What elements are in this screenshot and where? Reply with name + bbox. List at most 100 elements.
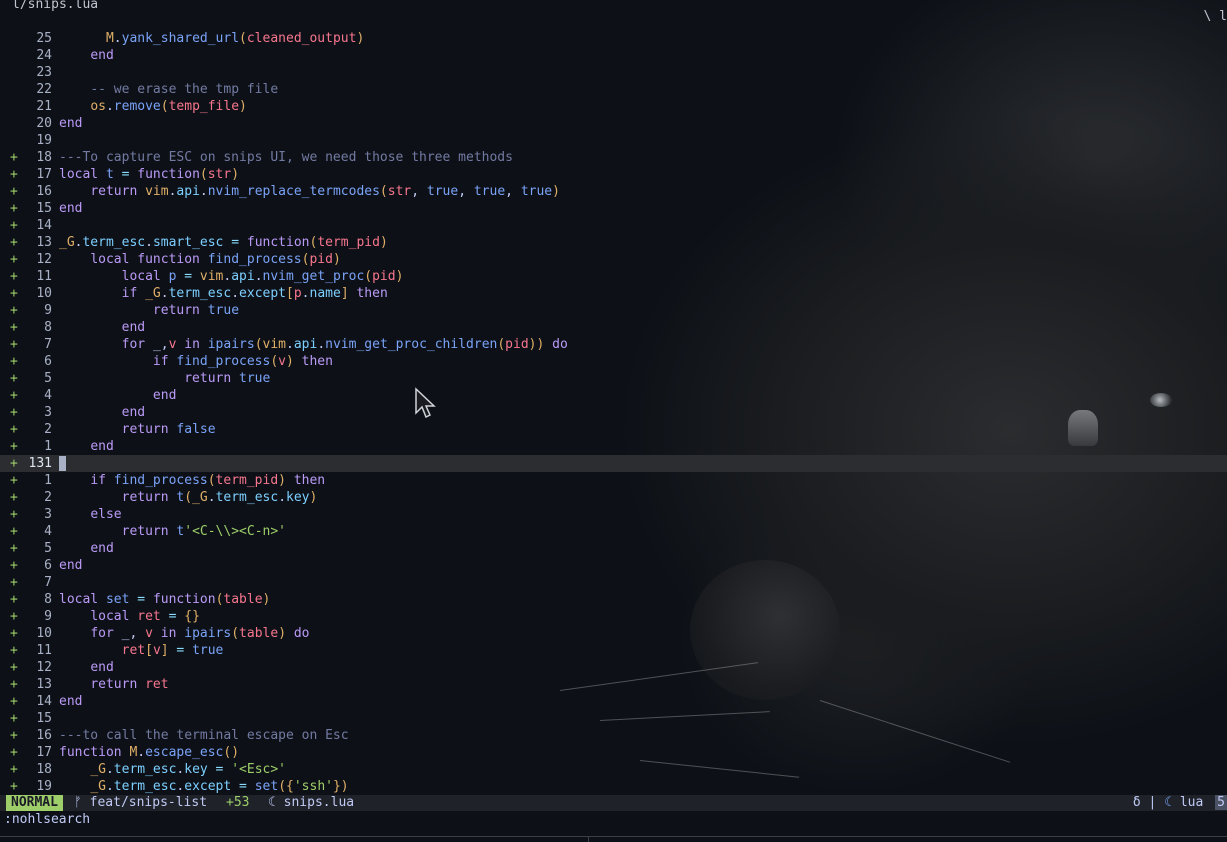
code-token: smart_esc: [152, 235, 224, 250]
code-line[interactable]: 23: [0, 64, 1227, 81]
code-line[interactable]: +10 if _G.term_esc.except[p.name] then: [0, 285, 1227, 302]
code-token: =: [168, 643, 193, 658]
code-line[interactable]: +3 end: [0, 404, 1227, 421]
code-token: true: [473, 184, 506, 199]
code-line[interactable]: +1 end: [0, 438, 1227, 455]
code-line[interactable]: 19: [0, 132, 1227, 149]
code-line[interactable]: +2 return false: [0, 421, 1227, 438]
code-line[interactable]: +6 end: [0, 557, 1227, 574]
code-line[interactable]: +12 local function find_process(pid): [0, 251, 1227, 268]
code-token: in: [160, 626, 185, 641]
code-line[interactable]: 22 -- we erase the tmp file: [0, 81, 1227, 98]
code-line[interactable]: +5 return true: [0, 370, 1227, 387]
code-token: return: [121, 524, 177, 539]
code-line[interactable]: +14 end: [0, 693, 1227, 710]
code-text: _G.term_esc.except = set({'ssh'}): [59, 778, 348, 795]
line-number: 24: [36, 48, 52, 63]
code-text: if _G.term_esc.except[p.name] then: [59, 285, 388, 302]
editor-buffer[interactable]: 25 M.yank_shared_url(cleaned_output) 24 e…: [0, 30, 1227, 795]
code-token: =: [113, 167, 138, 182]
code-line[interactable]: +12 end: [0, 659, 1227, 676]
code-line[interactable]: 25 M.yank_shared_url(cleaned_output): [0, 30, 1227, 47]
line-number: 13: [36, 677, 52, 692]
code-text: return t(_G.term_esc.key): [59, 489, 318, 506]
code-line[interactable]: +131: [0, 455, 1227, 472]
code-line[interactable]: +16 return vim.api.nvim_replace_termcode…: [0, 183, 1227, 200]
code-token: key: [184, 762, 208, 777]
code-token: end: [152, 388, 177, 403]
line-number: 9: [44, 609, 52, 624]
code-token: do: [286, 626, 310, 641]
code-line[interactable]: +6 if find_process(v) then: [0, 353, 1227, 370]
line-number: 5: [44, 371, 52, 386]
code-line[interactable]: +4 return t'<C-\\><C-n>': [0, 523, 1227, 540]
code-line[interactable]: +1 if find_process(term_pid) then: [0, 472, 1227, 489]
code-token: .: [317, 337, 326, 352]
code-line[interactable]: +19 _G.term_esc.except = set({'ssh'}): [0, 778, 1227, 795]
code-token: ,: [129, 626, 146, 641]
line-number: 23: [36, 65, 52, 80]
code-line[interactable]: +15 end: [0, 200, 1227, 217]
code-text: return true: [59, 302, 239, 319]
git-branch[interactable]: ᚠ feat/snips-list: [74, 795, 207, 811]
code-token: (: [497, 337, 506, 352]
lua-filetype-icon: ☾: [1164, 795, 1173, 810]
code-text: return false: [59, 421, 216, 438]
code-text: end: [59, 404, 145, 421]
code-token: v: [278, 354, 286, 369]
code-line[interactable]: +5 end: [0, 540, 1227, 557]
code-text: local ret = {}: [59, 608, 200, 625]
code-token: function: [59, 745, 130, 760]
code-line[interactable]: +7: [0, 574, 1227, 591]
code-line[interactable]: +18 ---To capture ESC on snips UI, we nee…: [0, 149, 1227, 166]
code-token: {}: [184, 609, 200, 624]
code-line[interactable]: +13 _G.term_esc.smart_esc = function(term…: [0, 234, 1227, 251]
code-token: ({: [278, 779, 294, 794]
code-line[interactable]: +8 local set = function(table): [0, 591, 1227, 608]
code-line[interactable]: +15: [0, 710, 1227, 727]
code-token: pid: [505, 337, 529, 352]
code-line[interactable]: +4 end: [0, 387, 1227, 404]
code-line[interactable]: +16 ---to call the terminal escape on Esc: [0, 727, 1227, 744]
code-line[interactable]: +3 else: [0, 506, 1227, 523]
code-line[interactable]: +11 ret[v] = true: [0, 642, 1227, 659]
code-line[interactable]: +7 for _,v in ipairs(vim.api.nvim_get_pr…: [0, 336, 1227, 353]
code-token: ): [356, 31, 365, 46]
code-line[interactable]: 20 end: [0, 115, 1227, 132]
code-token: name: [309, 286, 341, 301]
code-line[interactable]: +10 for _, v in ipairs(table) do: [0, 625, 1227, 642]
line-number: 2: [44, 422, 52, 437]
code-text: end: [59, 438, 113, 455]
code-token: .: [199, 184, 208, 199]
code-token: if: [121, 286, 146, 301]
code-token: term_esc: [113, 779, 177, 794]
line-number: 18: [36, 762, 52, 777]
code-line[interactable]: 21 os.remove(temp_file): [0, 98, 1227, 115]
code-line[interactable]: +9 local ret = {}: [0, 608, 1227, 625]
code-line[interactable]: +9 return true: [0, 302, 1227, 319]
command-line[interactable]: :nohlsearch: [4, 812, 90, 828]
code-token: api: [231, 269, 255, 284]
code-line[interactable]: +14: [0, 217, 1227, 234]
code-line[interactable]: +11 local p = vim.api.nvim_get_proc(pid): [0, 268, 1227, 285]
code-token: =: [176, 269, 200, 284]
code-line[interactable]: +17 function M.escape_esc(): [0, 744, 1227, 761]
code-line[interactable]: +13 return ret: [0, 676, 1227, 693]
line-number: 1: [44, 439, 52, 454]
code-token: (: [231, 626, 240, 641]
line-number: 3: [44, 507, 52, 522]
code-token: v: [168, 337, 185, 352]
code-line[interactable]: +17 local t = function(str): [0, 166, 1227, 183]
line-number: 11: [36, 269, 52, 284]
code-line[interactable]: 24 end: [0, 47, 1227, 64]
code-line[interactable]: +2 return t(_G.term_esc.key): [0, 489, 1227, 506]
code-text: local t = function(str): [59, 166, 239, 183]
code-line[interactable]: +8 end: [0, 319, 1227, 336]
code-token: (): [223, 745, 240, 760]
code-line[interactable]: +18 _G.term_esc.key = '<Esc>': [0, 761, 1227, 778]
code-token: term_pid: [215, 473, 279, 488]
